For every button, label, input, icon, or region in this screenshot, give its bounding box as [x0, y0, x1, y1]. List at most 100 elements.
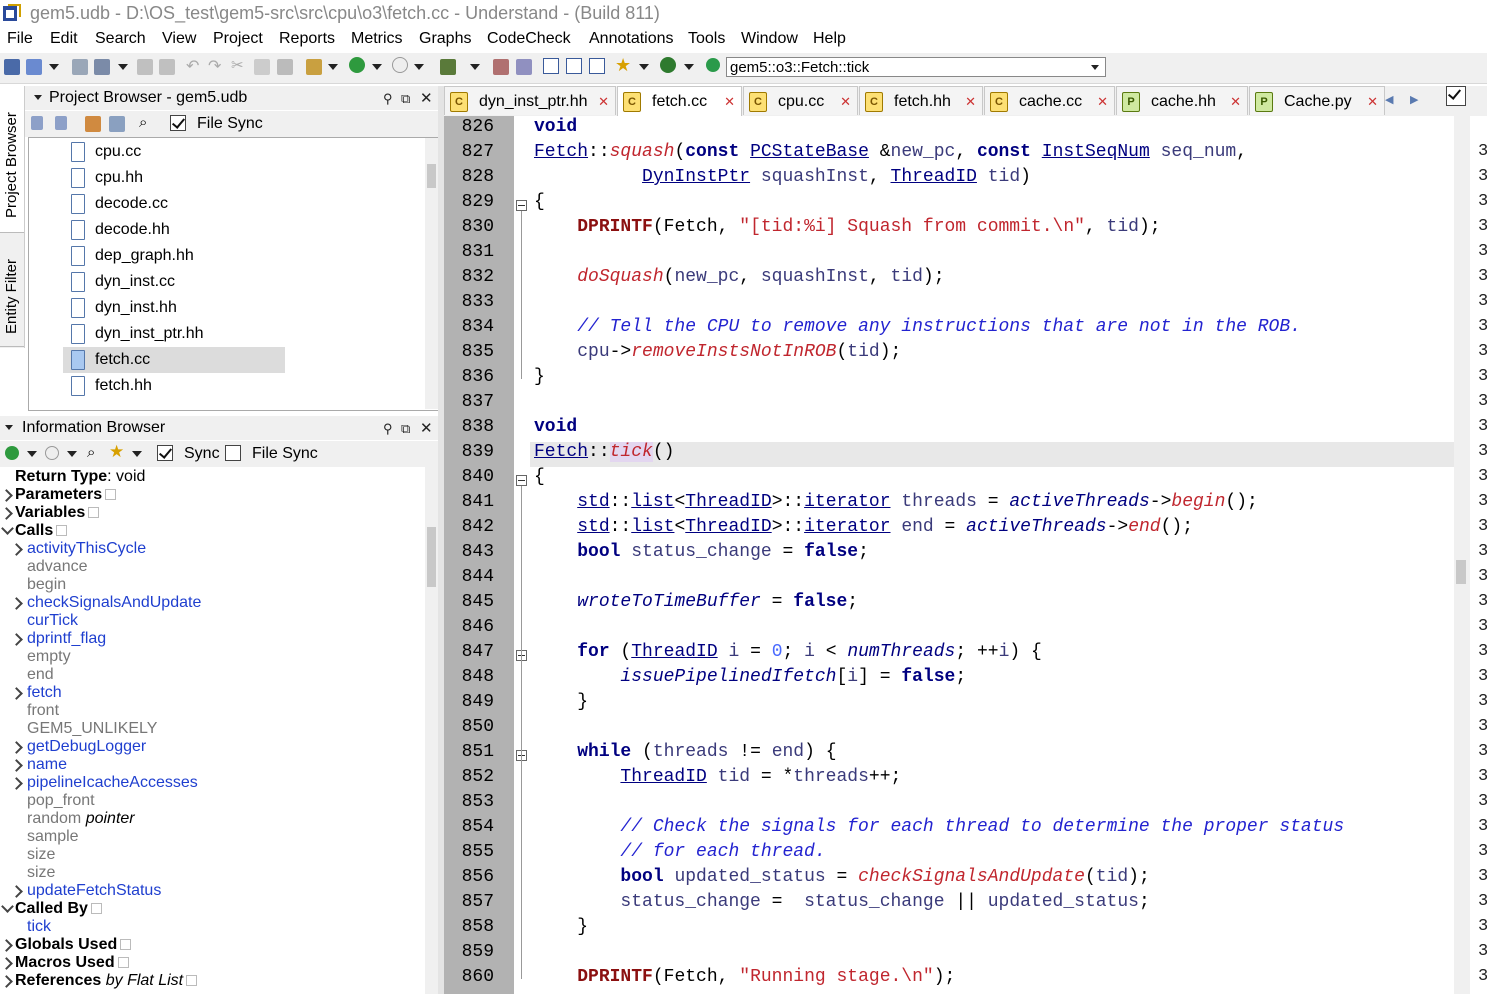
- binoculars-icon[interactable]: ⌕: [139, 114, 155, 131]
- redo-icon[interactable]: ↷: [208, 56, 224, 75]
- chevron-right-icon[interactable]: [10, 759, 23, 772]
- call-item[interactable]: pipelineIcacheAccesses: [27, 774, 198, 792]
- editor-option-checkbox[interactable]: [1446, 86, 1466, 106]
- call-item[interactable]: begin: [27, 576, 66, 594]
- list-item[interactable]: decode.cc: [69, 191, 289, 217]
- forward-icon[interactable]: [392, 57, 408, 73]
- close-icon[interactable]: ✕: [420, 89, 433, 107]
- copy-icon[interactable]: [254, 59, 270, 75]
- code-line[interactable]: bool updated_status = checkSignalsAndUpd…: [534, 867, 1149, 887]
- scrollbar[interactable]: [425, 467, 438, 994]
- chevron-right-icon[interactable]: [10, 777, 23, 790]
- code-line[interactable]: bool status_change = false;: [534, 542, 869, 562]
- star-icon[interactable]: ★: [109, 442, 125, 461]
- call-item[interactable]: random pointer: [27, 810, 135, 828]
- graph-icon[interactable]: [493, 59, 509, 75]
- code-line[interactable]: wroteToTimeBuffer = false;: [534, 592, 858, 612]
- code-line[interactable]: {: [534, 467, 545, 487]
- pin-icon[interactable]: ⚲: [383, 421, 393, 437]
- close-tab-icon[interactable]: ✕: [1230, 94, 1241, 110]
- fold-toggle-icon[interactable]: [516, 475, 527, 486]
- edit-file-icon[interactable]: [85, 116, 101, 132]
- globals-used-section[interactable]: Globals Used: [15, 936, 132, 954]
- scroll-tabs-left-icon[interactable]: ◀: [1385, 93, 1393, 106]
- chevron-down-icon[interactable]: [639, 64, 649, 70]
- tab-cpu-cc[interactable]: Ccpu.cc ✕: [743, 86, 858, 115]
- save-all-icon[interactable]: [159, 59, 175, 75]
- close-tab-icon[interactable]: ✕: [1097, 94, 1108, 110]
- options-icon[interactable]: [90, 903, 102, 915]
- chevron-down-icon[interactable]: [414, 64, 424, 70]
- chevron-right-icon[interactable]: [0, 507, 13, 520]
- list-item[interactable]: dep_graph.hh: [69, 243, 289, 269]
- list-item[interactable]: cpu.cc: [69, 139, 289, 165]
- undo-icon[interactable]: ↶: [186, 56, 202, 75]
- code-editor[interactable]: void Fetch::squash(const PCStateBase &new…: [530, 116, 1454, 994]
- back-icon[interactable]: [349, 57, 365, 73]
- tab-fetch-cc[interactable]: Cfetch.cc ✕: [617, 86, 742, 117]
- parameters-section[interactable]: Parameters: [15, 486, 117, 504]
- chevron-down-icon[interactable]: [1, 900, 14, 913]
- references-section[interactable]: References by Flat List: [15, 972, 198, 990]
- close-tab-icon[interactable]: ✕: [724, 94, 735, 110]
- analyze-icon[interactable]: [440, 59, 456, 75]
- cut-icon[interactable]: ✂: [231, 56, 247, 74]
- file-sync-checkbox[interactable]: [170, 115, 186, 131]
- tab-fetch-hh[interactable]: Cfetch.hh ✕: [859, 86, 983, 115]
- chevron-down-icon[interactable]: [118, 64, 128, 70]
- calls-section[interactable]: Calls: [15, 522, 68, 540]
- code-line[interactable]: ThreadID tid = *threads++;: [534, 767, 901, 787]
- chevron-down-icon[interactable]: [684, 64, 694, 70]
- chevron-down-icon[interactable]: [67, 451, 77, 457]
- menu-tools[interactable]: Tools: [688, 30, 725, 48]
- code-line[interactable]: cpu->removeInstsNotInROB(tid);: [534, 342, 901, 362]
- menu-codecheck[interactable]: CodeCheck: [487, 30, 571, 48]
- options-icon[interactable]: [120, 939, 132, 951]
- star-icon[interactable]: ★: [615, 55, 631, 75]
- code-line[interactable]: }: [534, 692, 588, 712]
- menu-help[interactable]: Help: [813, 30, 846, 48]
- call-item[interactable]: sample: [27, 828, 79, 846]
- layout-single-icon[interactable]: [589, 58, 605, 74]
- back-icon[interactable]: [5, 446, 19, 460]
- close-icon[interactable]: ✕: [420, 419, 433, 437]
- call-item[interactable]: checkSignalsAndUpdate: [27, 594, 201, 612]
- editor-scrollbar[interactable]: [1454, 116, 1470, 994]
- find-icon[interactable]: [516, 59, 532, 75]
- code-line[interactable]: void: [534, 117, 577, 137]
- add-scope-icon[interactable]: [706, 58, 720, 72]
- chevron-right-icon[interactable]: [10, 741, 23, 754]
- chevron-right-icon[interactable]: [10, 633, 23, 646]
- menu-search[interactable]: Search: [95, 30, 146, 48]
- options-icon[interactable]: [56, 525, 68, 537]
- pin-icon[interactable]: ⚲: [383, 91, 393, 107]
- scrollbar[interactable]: [425, 138, 438, 409]
- list-item[interactable]: fetch.hh: [69, 373, 289, 399]
- code-line[interactable]: doSquash(new_pc, squashInst, tid);: [534, 267, 944, 287]
- call-item[interactable]: activityThisCycle: [27, 540, 146, 558]
- scope-combobox[interactable]: gem5::o3::Fetch::tick: [726, 57, 1106, 77]
- open-db-icon[interactable]: [26, 59, 42, 75]
- close-tab-icon[interactable]: ✕: [598, 94, 609, 110]
- code-line[interactable]: DPRINTF(Fetch, "[tid:%i] Squash from com…: [534, 217, 1160, 237]
- close-tab-icon[interactable]: ✕: [1367, 94, 1378, 110]
- chevron-right-icon[interactable]: [10, 543, 23, 556]
- code-line[interactable]: while (threads != end) {: [534, 742, 836, 762]
- tab-entity-filter[interactable]: Entity Filter: [0, 236, 24, 347]
- call-item[interactable]: advance: [27, 558, 88, 576]
- code-line[interactable]: std::list<ThreadID>::iterator end = acti…: [534, 517, 1193, 537]
- new-file-icon[interactable]: [72, 59, 88, 75]
- report-icon[interactable]: [306, 59, 322, 75]
- layout-columns-icon[interactable]: [543, 58, 559, 74]
- call-item[interactable]: dprintf_flag: [27, 630, 106, 648]
- collapse-icon[interactable]: [34, 95, 42, 100]
- code-line[interactable]: std::list<ThreadID>::iterator threads = …: [534, 492, 1258, 512]
- check-icon[interactable]: [660, 57, 676, 73]
- chevron-down-icon[interactable]: [1091, 65, 1099, 70]
- code-line[interactable]: }: [534, 367, 545, 387]
- menu-edit[interactable]: Edit: [50, 30, 78, 48]
- menu-annotations[interactable]: Annotations: [589, 30, 674, 48]
- scroll-thumb[interactable]: [427, 164, 436, 188]
- called-by-section[interactable]: Called By: [15, 900, 102, 918]
- chevron-down-icon[interactable]: [470, 64, 480, 70]
